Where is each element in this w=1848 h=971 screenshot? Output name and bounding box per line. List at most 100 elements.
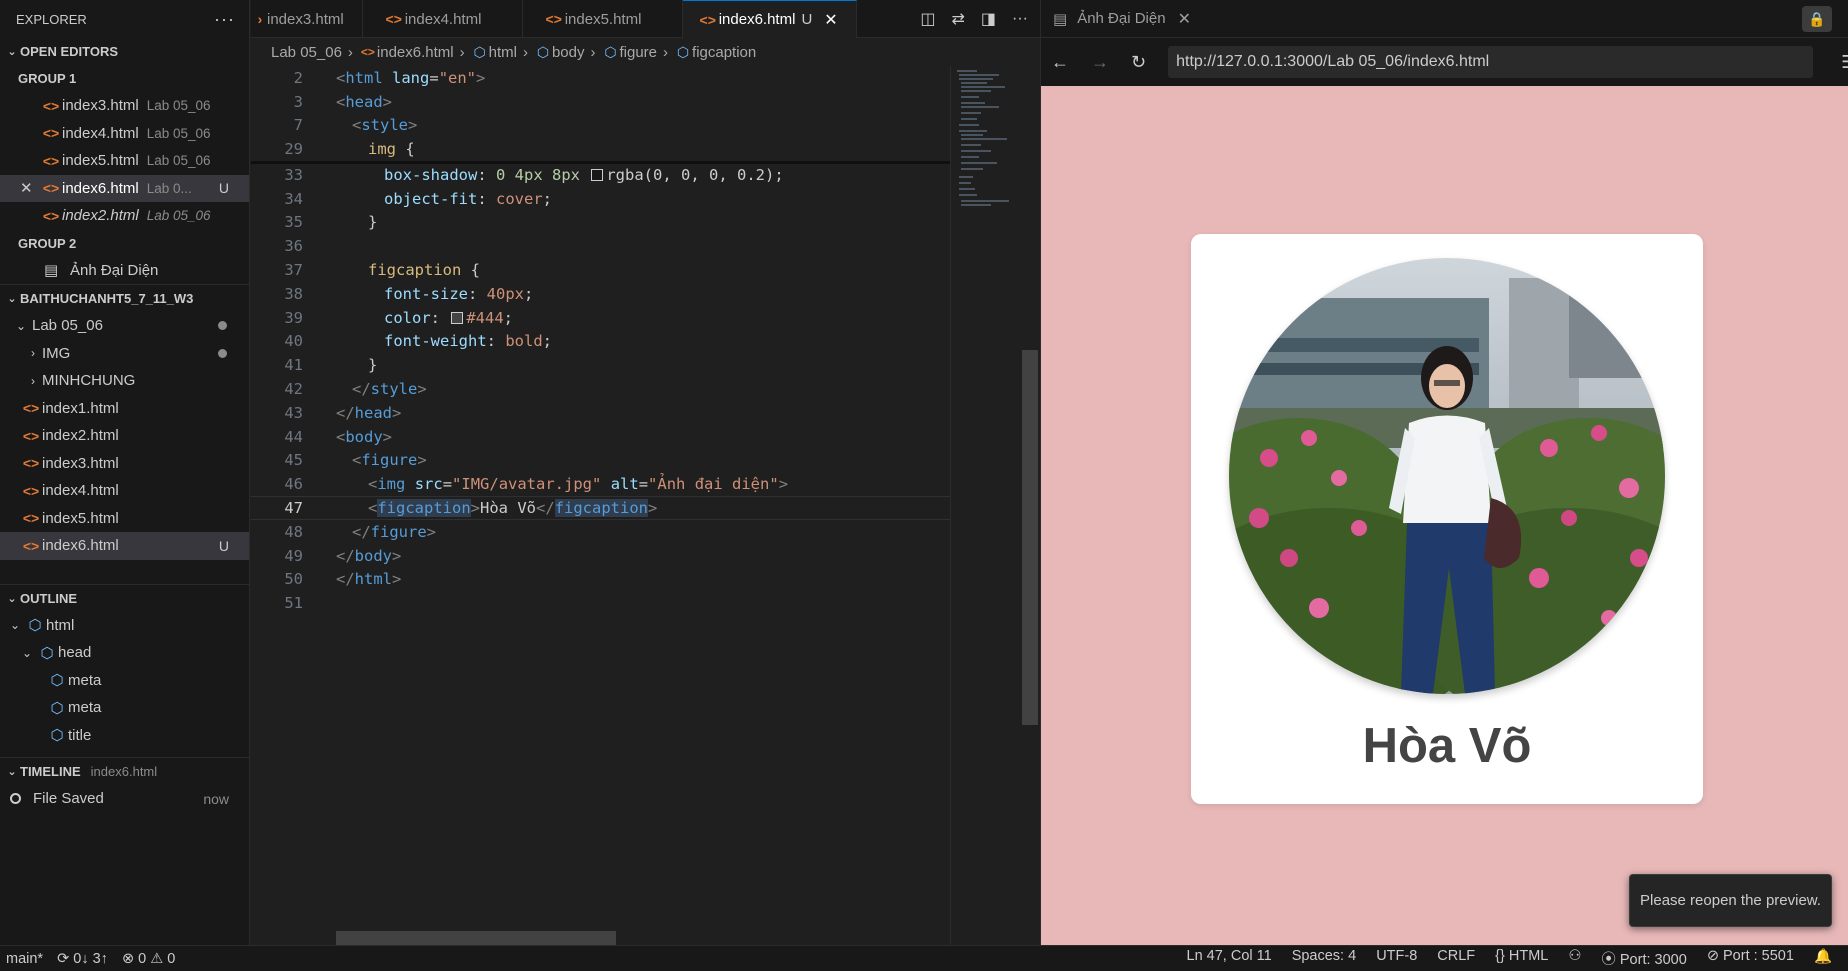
error-icon: ⊗ — [121, 950, 135, 967]
outline-item[interactable]: ⌄ ⬡ head — [0, 639, 249, 667]
code-line: 29 img { — [251, 137, 950, 161]
outline-item[interactable]: ⬡ meta — [0, 694, 249, 722]
minimap-line — [959, 74, 999, 76]
breadcrumb-item[interactable]: figure — [620, 44, 658, 61]
tree-file[interactable]: <> index5.html — [0, 505, 249, 533]
html-file-icon: <> — [42, 207, 60, 224]
chevron-down-icon: ⌄ — [7, 46, 17, 58]
language-mode[interactable]: {} HTML — [1495, 948, 1548, 969]
breadcrumb-item[interactable]: index6.html — [377, 44, 454, 61]
notifications-bell-icon[interactable]: 🔔 — [1814, 948, 1832, 969]
code-text: <img src="IMG/avatar.jpg" alt="Ảnh đại d… — [368, 475, 789, 494]
color-swatch[interactable] — [451, 312, 464, 325]
tree-file[interactable]: <> index1.html — [0, 395, 249, 423]
hamburger-menu-icon[interactable]: ☰ — [1841, 52, 1848, 73]
close-tab-icon[interactable]: ✕ — [824, 10, 837, 30]
code-text: figcaption { — [368, 261, 480, 280]
breadcrumb-item[interactable]: html — [489, 44, 517, 61]
notification-toast[interactable]: Please reopen the preview. — [1629, 874, 1832, 927]
timeline-title: TIMELINE — [20, 764, 81, 779]
horizontal-scrollbar[interactable] — [336, 931, 616, 945]
tree-label: index6.html — [42, 537, 119, 555]
color-swatch[interactable] — [591, 169, 604, 182]
outline-title: OUTLINE — [20, 590, 78, 606]
tab-index5[interactable]: <> index5.html — [523, 0, 683, 38]
vertical-scrollbar[interactable] — [1022, 350, 1038, 725]
breadcrumb-item[interactable]: figcaption — [692, 44, 756, 61]
lock-icon[interactable]: 🔒 — [1802, 6, 1832, 32]
tree-file-active[interactable]: <> index6.html U — [0, 532, 249, 560]
open-editors-section[interactable]: ⌄ OPEN EDITORS — [0, 38, 249, 65]
git-branch[interactable]: main* — [6, 951, 43, 967]
compare-changes-icon[interactable]: ⇄ — [951, 9, 964, 29]
open-editor-label: index4.html — [62, 124, 139, 142]
tree-folder[interactable]: › MINHCHUNG — [0, 367, 249, 395]
tree-label: Lab 05_06 — [32, 317, 103, 335]
cursor-position[interactable]: Ln 47, Col 11 — [1187, 948, 1272, 969]
code-line: 36 — [251, 234, 950, 258]
tree-folder[interactable]: › IMG — [0, 340, 249, 368]
url-input[interactable]: http://127.0.0.1:3000/Lab 05_06/index6.h… — [1168, 46, 1814, 78]
forward-arrow-icon[interactable]: → — [1091, 52, 1109, 73]
line-number: 37 — [284, 261, 303, 280]
back-arrow-icon[interactable]: ← — [1051, 52, 1069, 73]
code-line: 50 </html> — [251, 568, 950, 592]
tree-file[interactable]: <> index4.html — [0, 477, 249, 505]
outline-section[interactable]: ⌄ OUTLINE — [0, 585, 249, 612]
tree-file[interactable]: <> index2.html — [0, 422, 249, 450]
timeline-entry-time: now — [203, 790, 229, 807]
explorer-sidebar: EXPLORER ··· ⌄ OPEN EDITORS GROUP 1 <> i… — [0, 0, 250, 945]
breadcrumb-item[interactable]: body — [552, 44, 585, 61]
open-editor-item[interactable]: <> index3.html Lab 05_06 — [0, 92, 249, 120]
more-actions-icon[interactable]: ··· — [214, 9, 235, 30]
problems-status[interactable]: ⊗ 0 ⚠ 0 — [122, 951, 175, 967]
code-text: <figcaption>Hòa Võ</figcaption> — [368, 499, 658, 518]
timeline-entry-label: File Saved — [33, 790, 104, 808]
tree-file[interactable]: <> index3.html — [0, 450, 249, 478]
live-server-port-2[interactable]: ⊘ Port : 5501 — [1707, 948, 1794, 969]
encoding[interactable]: UTF-8 — [1376, 948, 1417, 969]
tree-folder[interactable]: ⌄ Lab 05_06 — [0, 312, 249, 340]
outline-item[interactable]: ⬡ meta — [0, 667, 249, 695]
minimap-line — [961, 118, 977, 120]
open-editor-item[interactable]: ▤ Ảnh Đại Diện — [0, 257, 249, 285]
browser-tab-title: Ảnh Đại Diện — [1077, 10, 1166, 27]
indentation[interactable]: Spaces: 4 — [1292, 948, 1357, 969]
tab-index4[interactable]: <> index4.html — [363, 0, 523, 38]
code-line: 40 font-weight: bold; — [251, 330, 950, 354]
split-editor-icon[interactable]: ◨ — [981, 9, 996, 29]
copilot-icon[interactable]: ⚇ — [1568, 948, 1581, 969]
minimap-line — [961, 90, 991, 92]
sync-status[interactable]: ⟳ 0↓ 3↑ — [57, 951, 108, 967]
close-icon[interactable]: ✕ — [20, 179, 40, 197]
line-ending[interactable]: CRLF — [1437, 948, 1475, 969]
minimap[interactable] — [950, 66, 1020, 945]
outline-item[interactable]: ⌄ ⬡ html — [0, 612, 249, 640]
outline-item[interactable]: ⬡ title — [0, 722, 249, 750]
open-editors-title: OPEN EDITORS — [20, 44, 119, 59]
browser-tab[interactable]: ▤ Ảnh Đại Diện ✕ — [1041, 0, 1848, 38]
tab-index3[interactable]: › index3.html — [251, 0, 363, 38]
reload-icon[interactable]: ↻ — [1131, 52, 1146, 73]
open-editor-item-active[interactable]: ✕ <> index6.html Lab 0... U — [0, 174, 249, 202]
html-file-icon: <> — [545, 11, 562, 27]
tab-index6[interactable]: <> index6.html U ✕ — [682, 0, 857, 38]
open-preview-icon[interactable]: ◫ — [920, 9, 935, 29]
line-number: 38 — [284, 284, 303, 303]
outline-label: head — [58, 644, 92, 662]
open-editor-item[interactable]: <> index4.html Lab 05_06 — [0, 120, 249, 148]
modified-dot — [218, 321, 227, 331]
folder-section[interactable]: ⌄ BAITHUCHANHT5_7_11_W3 — [0, 285, 249, 312]
breadcrumb-item[interactable]: Lab 05_06 — [271, 44, 342, 61]
code-editor[interactable]: 2 <html lang="en"> 3 <head> 7 <style> 29 img… — [251, 66, 950, 945]
timeline-section[interactable]: ⌄ TIMELINE index6.html — [0, 758, 249, 785]
close-icon[interactable]: ✕ — [1178, 9, 1191, 29]
tree-label: MINHCHUNG — [42, 372, 136, 390]
timeline-entry[interactable]: File Saved now — [0, 785, 249, 813]
more-actions-icon[interactable]: ··· — [1012, 10, 1028, 28]
chevron-right-icon: › — [31, 346, 35, 361]
open-editor-item[interactable]: <> index5.html Lab 05_06 — [0, 147, 249, 175]
tab-label: index4.html — [404, 10, 482, 28]
open-editor-item[interactable]: <> index2.html Lab 05_06 — [0, 202, 249, 230]
live-server-port[interactable]: ⦿ Port: 3000 — [1601, 948, 1686, 969]
